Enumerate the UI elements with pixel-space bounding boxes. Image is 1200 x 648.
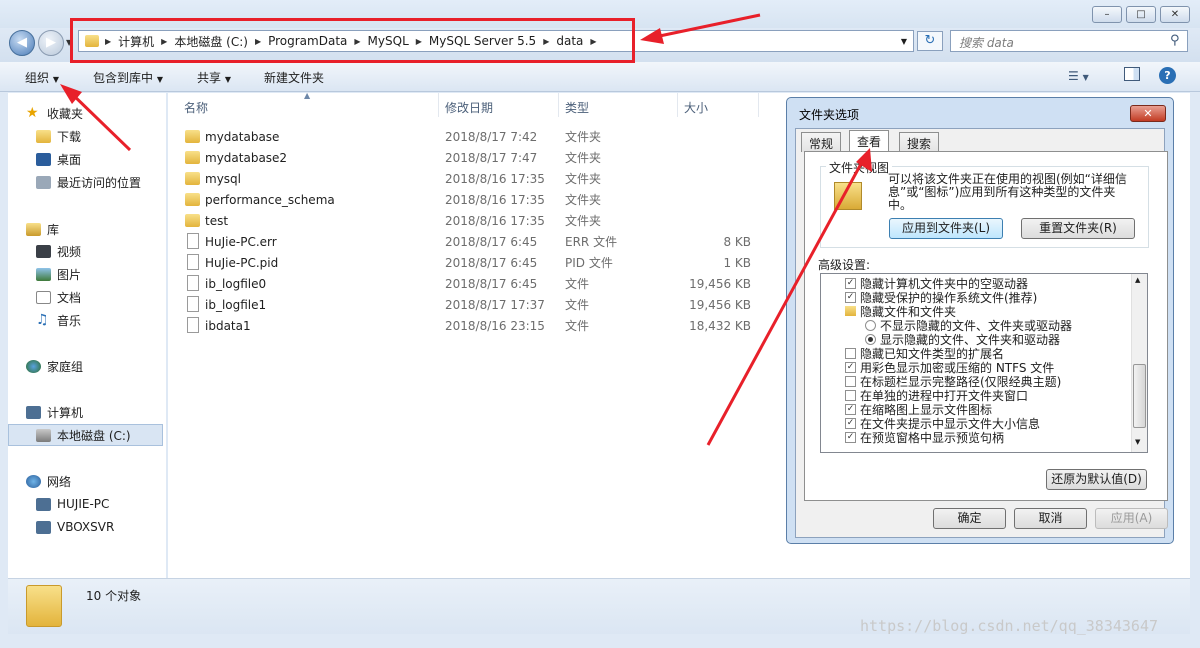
- arrow-to-organize: [68, 90, 132, 152]
- annotation-arrows: [60, 13, 872, 446]
- arrow-to-view-tab: [706, 161, 864, 446]
- arrowhead: [640, 28, 664, 44]
- watermark: https://blog.csdn.net/qq_38343647: [860, 617, 1159, 635]
- explorer-window: – □ ✕ ◀ ▶ ▼ ▶ 计算机 ▶ 本地磁盘 (C:) ▶ ProgramD…: [0, 0, 1200, 648]
- arrow-to-address: [649, 13, 761, 40]
